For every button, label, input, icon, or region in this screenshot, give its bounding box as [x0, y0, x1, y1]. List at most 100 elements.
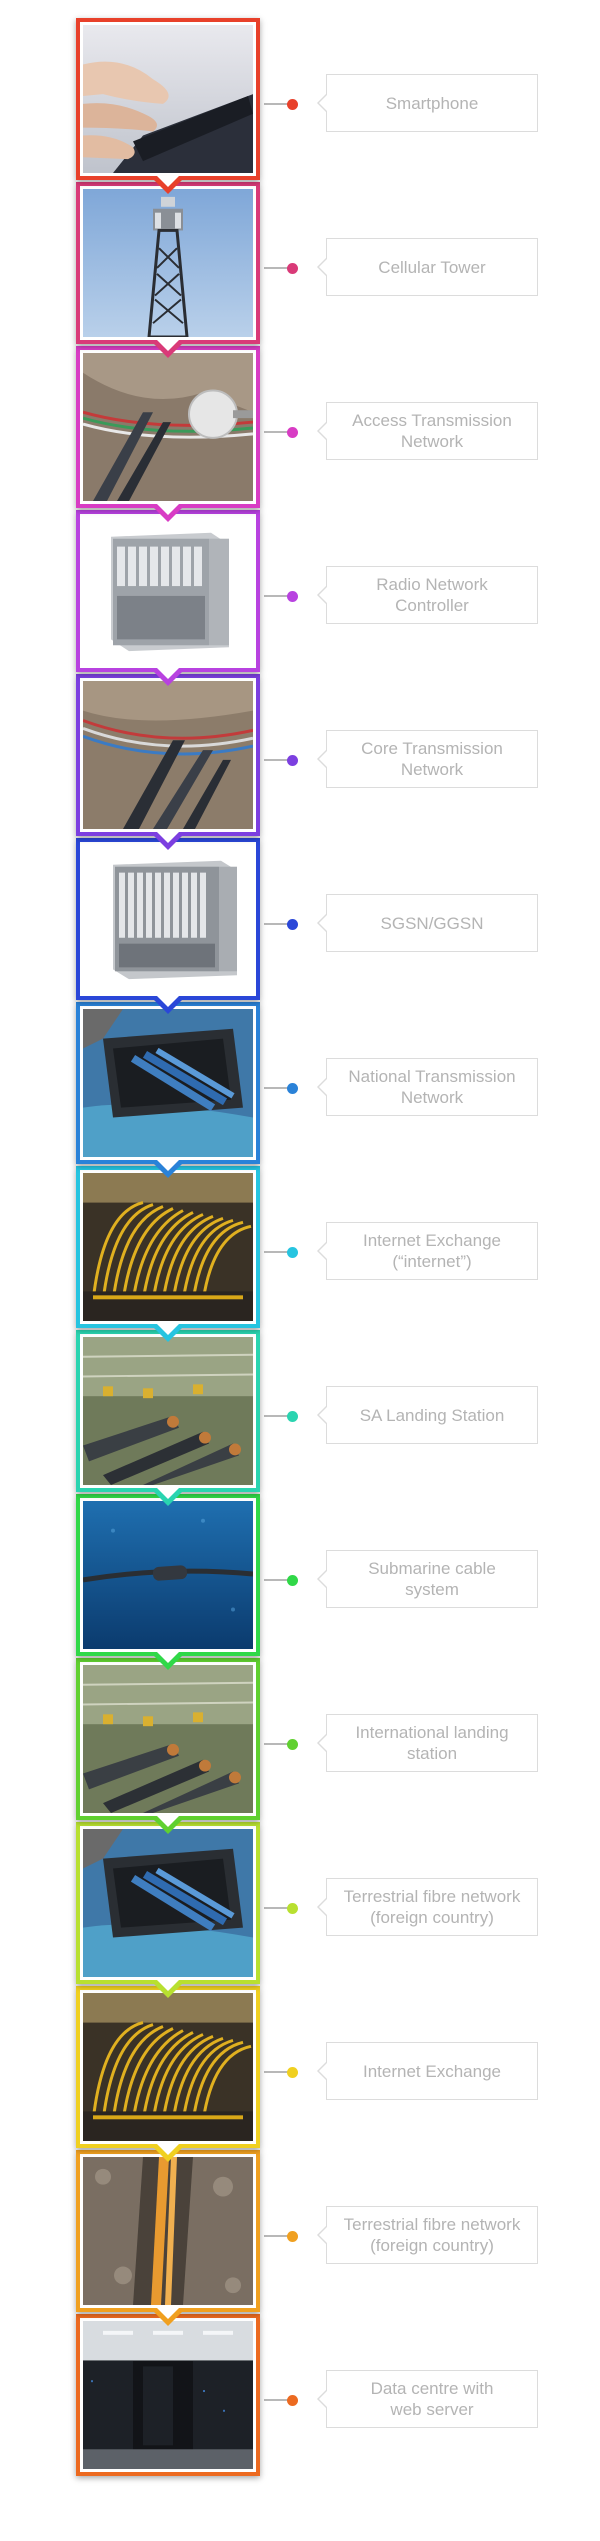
stage-color-dot: [287, 263, 298, 274]
stage-color-dot: [287, 919, 298, 930]
stage-label: Submarine cable system: [368, 1559, 496, 1599]
ducts-in-pit-photo: [80, 1006, 256, 1160]
stage-label: Terrestrial fibre network (foreign count…: [343, 2215, 521, 2255]
pipeline-stage: Submarine cable system: [0, 1494, 600, 1670]
flow-arrow-inner: [157, 1816, 179, 1827]
stage-label-box: Smartphone: [317, 74, 538, 132]
stage-label-box: Cellular Tower: [317, 238, 538, 296]
stage-label: International landing station: [355, 1723, 509, 1763]
yellow-patch-cables-photo: [80, 1990, 256, 2144]
stage-label-box: Access Transmission Network: [317, 402, 538, 460]
stage-label-box: Terrestrial fibre network (foreign count…: [317, 1878, 538, 1936]
stage-color-dot: [287, 1903, 298, 1914]
orange-duct-trench-photo: [80, 2154, 256, 2308]
flow-arrow-inner: [157, 2308, 179, 2319]
stage-photo-frame: [76, 1494, 260, 1670]
fibre-cables-trench-photo: [80, 678, 256, 832]
label-pointer-inner: [319, 1734, 328, 1752]
stage-color-dot: [287, 1247, 298, 1258]
stage-label: National Transmission Network: [348, 1067, 516, 1107]
stage-color-dot: [287, 1739, 298, 1750]
label-pointer-inner: [319, 1406, 328, 1424]
label-pointer-inner: [319, 1242, 328, 1260]
flow-arrow-inner: [157, 176, 179, 187]
stage-photo-frame: [76, 1658, 260, 1834]
flow-arrow-inner: [157, 1160, 179, 1171]
stage-label-box: Data centre with web server: [317, 2370, 538, 2428]
landing-station-cables-photo: [80, 1662, 256, 1816]
label-pointer-inner: [319, 422, 328, 440]
network-path-diagram: Smartphone Cellular Tower Access Transmi…: [0, 0, 600, 2541]
label-pointer-inner: [319, 1078, 328, 1096]
stage-photo-frame: [76, 838, 260, 1014]
server-chassis-photo: [80, 842, 256, 996]
stage-color-dot: [287, 427, 298, 438]
stage-label-box: Terrestrial fibre network (foreign count…: [317, 2206, 538, 2264]
flow-arrow-inner: [157, 1488, 179, 1499]
rack-equipment-cabinet-photo: [80, 514, 256, 668]
flow-arrow-inner: [157, 1980, 179, 1991]
label-pointer-inner: [319, 2390, 328, 2408]
stage-photo-frame: [76, 18, 260, 194]
stage-color-dot: [287, 99, 298, 110]
flow-arrow-inner: [157, 1324, 179, 1335]
flow-arrow-inner: [157, 504, 179, 515]
label-pointer-inner: [319, 2062, 328, 2080]
stage-color-dot: [287, 2067, 298, 2078]
stage-label-box: International landing station: [317, 1714, 538, 1772]
stage-label: Internet Exchange (“internet”): [363, 1231, 501, 1271]
pipeline-stage: National Transmission Network: [0, 1002, 600, 1178]
label-pointer-inner: [319, 1570, 328, 1588]
label-pointer-inner: [319, 750, 328, 768]
stage-label: Internet Exchange: [363, 2061, 501, 2081]
stage-label-box: SGSN/GGSN: [317, 894, 538, 952]
pipeline-stage: SGSN/GGSN: [0, 838, 600, 1014]
stage-photo-frame: [76, 1166, 260, 1342]
stage-label: Radio Network Controller: [376, 575, 488, 615]
stage-label-box: Submarine cable system: [317, 1550, 538, 1608]
ducts-in-pit-photo: [80, 1826, 256, 1980]
pipeline-stage: Smartphone: [0, 18, 600, 194]
stage-color-dot: [287, 2395, 298, 2406]
stage-color-dot: [287, 1575, 298, 1586]
stage-label: Cellular Tower: [378, 257, 486, 277]
stage-photo-frame: [76, 1822, 260, 1998]
stage-photo-frame: [76, 1002, 260, 1178]
stage-label-box: Core Transmission Network: [317, 730, 538, 788]
stage-label-box: Radio Network Controller: [317, 566, 538, 624]
hand-holding-smartphone-photo: [80, 22, 256, 176]
stage-photo-frame: [76, 2150, 260, 2326]
stage-color-dot: [287, 755, 298, 766]
flow-arrow-inner: [157, 832, 179, 843]
stage-label: Terrestrial fibre network (foreign count…: [343, 1887, 521, 1927]
stage-label-box: Internet Exchange (“internet”): [317, 1222, 538, 1280]
stage-color-dot: [287, 591, 298, 602]
pipeline-stage: Terrestrial fibre network (foreign count…: [0, 1822, 600, 1998]
stage-label: SGSN/GGSN: [380, 913, 484, 933]
stage-label: Data centre with web server: [370, 2379, 494, 2419]
underwater-cable-photo: [80, 1498, 256, 1652]
pipeline-stage: Data centre with web server: [0, 2314, 600, 2478]
landing-station-cables-photo: [80, 1334, 256, 1488]
pipeline-stage: Radio Network Controller: [0, 510, 600, 686]
pipeline-stage: Core Transmission Network: [0, 674, 600, 850]
fibre-cables-and-dish-photo: [80, 350, 256, 504]
stage-photo-frame: [76, 1330, 260, 1506]
stage-photo-frame: [76, 346, 260, 522]
stage-label-box: SA Landing Station: [317, 1386, 538, 1444]
flow-arrow-inner: [157, 2144, 179, 2155]
label-pointer-inner: [319, 94, 328, 112]
stage-color-dot: [287, 1411, 298, 1422]
stage-label: SA Landing Station: [359, 1405, 505, 1425]
yellow-patch-cables-photo: [80, 1170, 256, 1324]
label-pointer-inner: [319, 914, 328, 932]
pipeline-stage: International landing station: [0, 1658, 600, 1834]
stage-photo-frame: [76, 182, 260, 358]
label-pointer-inner: [319, 1898, 328, 1916]
label-pointer-inner: [319, 258, 328, 276]
label-pointer-inner: [319, 586, 328, 604]
stage-photo-frame: [76, 2314, 260, 2476]
stage-label-box: National Transmission Network: [317, 1058, 538, 1116]
pipeline-stage: Internet Exchange: [0, 1986, 600, 2162]
stage-color-dot: [287, 1083, 298, 1094]
